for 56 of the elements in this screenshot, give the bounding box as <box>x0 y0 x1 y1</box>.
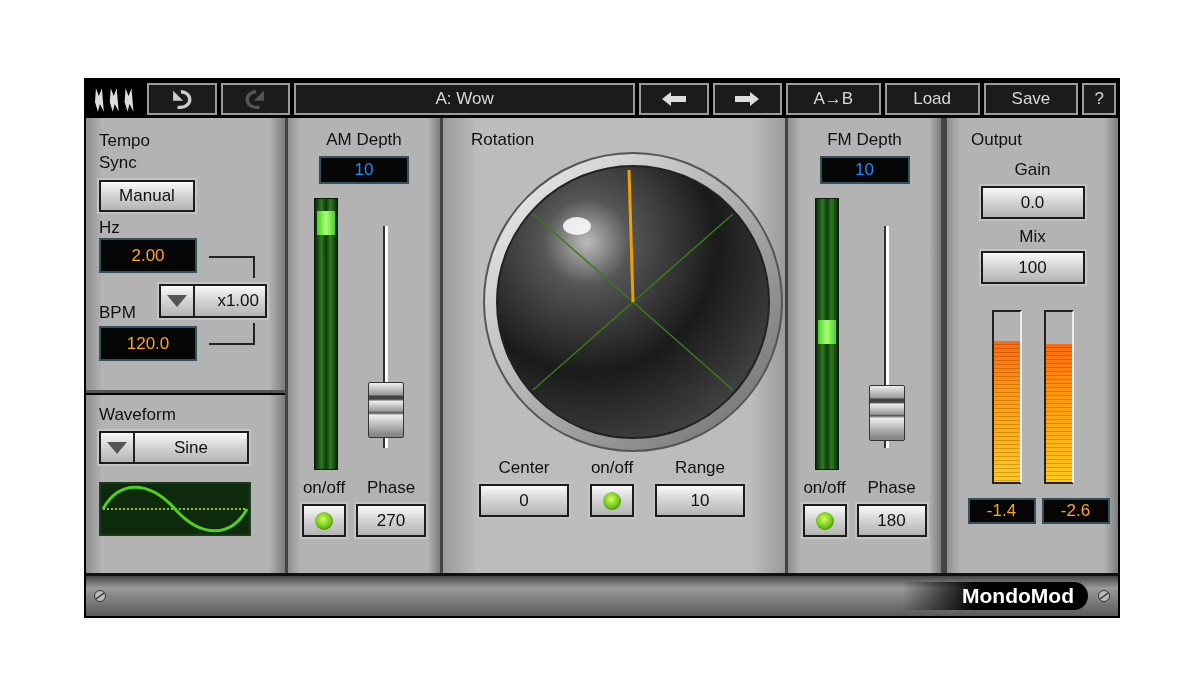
on-off-label: on/off <box>803 478 846 498</box>
toolbar-button[interactable]: Save <box>983 83 1079 115</box>
phase-value-button[interactable]: 270 <box>356 504 426 537</box>
waveform-dropdown[interactable]: Sine <box>99 431 249 464</box>
range-value-button[interactable]: 10 <box>655 484 745 517</box>
bpm-value-display: 120.0 <box>99 326 197 361</box>
undo-icon <box>172 89 192 109</box>
mix-label: Mix <box>1019 227 1046 247</box>
redo-icon <box>245 89 266 109</box>
phase-label: Phase <box>867 478 916 498</box>
fm-depth-label: FM Depth <box>827 130 902 150</box>
phase-label: Phase <box>366 478 416 498</box>
fader-handle[interactable] <box>368 382 404 439</box>
on-off-toggle[interactable] <box>302 504 346 537</box>
bpm-label: BPM <box>99 303 136 323</box>
toolbar-button[interactable]: Load <box>884 83 980 115</box>
mix-value-button[interactable]: 100 <box>980 251 1085 284</box>
toolbar-button[interactable]: ? <box>1082 83 1116 115</box>
hz-label: Hz <box>99 218 120 238</box>
plugin-name: MondoMod <box>902 582 1088 610</box>
on-off-toggle[interactable] <box>590 484 634 517</box>
multiplier-dropdown[interactable]: x1.00 <box>159 284 267 318</box>
caret-icon <box>106 440 128 455</box>
rotation-label: Rotation <box>471 130 536 150</box>
level-reading-display: -2.6 <box>1041 498 1110 524</box>
toolbar-button[interactable]: A→B <box>785 83 881 115</box>
previous-preset-button[interactable] <box>639 83 709 115</box>
left-arrow-icon <box>660 91 689 107</box>
on-off-label: on/off <box>302 478 346 498</box>
preset-name-field[interactable]: A: Wow <box>293 83 636 115</box>
level-reading-display: -1.4 <box>967 498 1036 524</box>
screw-icon <box>1098 590 1110 602</box>
connector-line <box>209 255 255 278</box>
rotation-sphere[interactable] <box>481 150 785 454</box>
range-label: Range <box>674 458 726 478</box>
caret-icon <box>166 294 188 308</box>
waveform-label: Waveform <box>99 405 177 425</box>
depth-value-display: 10 <box>319 156 409 184</box>
depth-value-display: 10 <box>819 156 910 184</box>
output-label: Output <box>971 130 1023 150</box>
tempo-sync-label: Tempo Sync <box>99 130 152 174</box>
gain-label: Gain <box>1014 160 1051 180</box>
on-off-toggle[interactable] <box>802 504 847 537</box>
sync-mode-button[interactable]: Manual <box>99 180 195 212</box>
phase-value-button[interactable]: 180 <box>856 504 927 537</box>
next-preset-button[interactable] <box>712 83 782 115</box>
connector-line <box>209 323 255 345</box>
hz-value-display: 2.00 <box>99 238 197 273</box>
am-depth-label: AM Depth <box>326 130 402 150</box>
screw-icon <box>94 590 106 602</box>
center-value-button[interactable]: 0 <box>479 484 569 517</box>
undo-button[interactable] <box>147 83 217 115</box>
fader-handle[interactable] <box>868 385 905 442</box>
center-label: Center <box>498 458 550 478</box>
on-off-label: on/off <box>590 458 634 478</box>
gain-value-button[interactable]: 0.0 <box>980 186 1085 219</box>
